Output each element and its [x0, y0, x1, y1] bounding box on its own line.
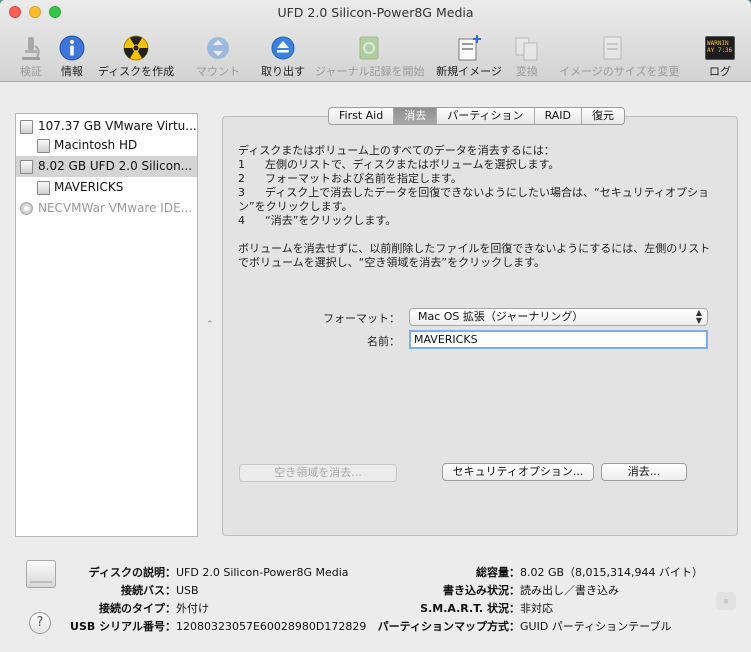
resize-image-tool[interactable]: イメージのサイズを変更 [559, 32, 679, 80]
volume-icon [37, 139, 50, 153]
sidebar-item-label: MAVERICKS [54, 180, 124, 194]
info-label: 接続のタイプ： [99, 602, 176, 615]
burn-tool[interactable]: ディスクを作成 [98, 32, 174, 80]
usb-drive-icon [26, 560, 56, 588]
log-console-icon: WARNIN AY 7:36 [705, 36, 735, 60]
info-value: 非対応 [520, 602, 553, 615]
capacity-row: 総容量：8.02 GB（8,015,314,944 バイト） [370, 564, 703, 580]
info-icon [59, 35, 85, 61]
instruction-step: 2 フォーマットおよび名前を指定します。 [238, 172, 462, 185]
optical-disc-icon [20, 202, 33, 215]
instruction-step-continued: ン”をクリックします。 [238, 200, 353, 213]
connection-bus-row: 接続バス：USB [70, 582, 199, 598]
log-icon-line-2: AY 7:36 [707, 47, 733, 54]
sidebar-item-ufd-disk[interactable]: 8.02 GB UFD 2.0 Silicon... [16, 156, 197, 177]
burn-radiation-icon [123, 35, 149, 61]
journal-label: ジャーナル記録を開始 [315, 65, 425, 78]
eject-icon [271, 36, 295, 60]
sidebar-item-label: Macintosh HD [54, 138, 138, 152]
name-label: 名前： [367, 335, 400, 348]
resize-handle[interactable] [716, 592, 736, 610]
format-select[interactable]: Mac OS 拡張（ジャーナリング） ▲ ▼ [409, 308, 708, 326]
tab-restore[interactable]: 復元 [582, 108, 624, 124]
info-label: 書き込み状況： [443, 584, 520, 597]
hard-disk-icon [20, 120, 33, 134]
write-status-row: 書き込み状況：読み出し／書き込み [370, 582, 619, 598]
info-value: GUID パーティションテーブル [520, 620, 672, 633]
partition-scheme-row: パーティションマップ方式：GUID パーティションテーブル [370, 618, 672, 634]
info-label: S.M.A.R.T. 状況： [420, 602, 520, 615]
security-options-button[interactable]: セキュリティオプション... [442, 463, 594, 481]
smart-status-row: S.M.A.R.T. 状況：非対応 [370, 600, 553, 616]
info-label: 総容量： [476, 566, 520, 579]
sidebar-item-vmware-disk[interactable]: 107.37 GB VMware Virtu... [16, 116, 197, 137]
erase-instructions: ディスクまたはボリューム上のすべてのデータを消去するには： 1 左側のリストで、デ… [238, 144, 711, 270]
disk-list-sidebar[interactable]: 107.37 GB VMware Virtu... Macintosh HD 8… [15, 113, 198, 537]
format-value: Mac OS 拡張（ジャーナリング） [418, 310, 584, 323]
info-label: 接続バス： [121, 584, 176, 597]
log-tool[interactable]: WARNIN AY 7:36 ログ [704, 32, 736, 80]
usb-serial-row: USB シリアル番号：12080323057E60028980D172829 [70, 618, 366, 634]
tab-bar: First Aid 消去 パーティション RAID 復元 [328, 107, 625, 125]
tab-raid[interactable]: RAID [535, 108, 582, 124]
tab-erase[interactable]: 消去 [394, 108, 438, 124]
info-value: 外付け [176, 602, 209, 615]
title-bar: UFD 2.0 Silicon-Power8G Media 検証 情報 ディスク… [0, 0, 751, 82]
resize-image-icon [603, 36, 622, 60]
instructions-note-line: ボリュームを消去せずに、以前削除したファイルを回復できないようにするには、左側の… [238, 242, 711, 255]
info-value: 12080323057E60028980D172829 [176, 620, 367, 633]
info-value: UFD 2.0 Silicon-Power8G Media [176, 566, 349, 579]
instruction-step: 1 左側のリストで、ディスクまたはボリュームを選択します。 [238, 158, 560, 171]
disk-utility-window: UFD 2.0 Silicon-Power8G Media 検証 情報 ディスク… [0, 0, 751, 652]
info-value: 読み出し／書き込み [520, 584, 619, 597]
format-label: フォーマット： [323, 312, 400, 325]
info-label: パーティションマップ方式： [377, 620, 520, 633]
microscope-icon [22, 37, 40, 60]
mount-tool[interactable]: マウント [196, 32, 240, 80]
erase-button[interactable]: 消去... [601, 463, 687, 481]
sidebar-item-cd-drive[interactable]: NECVMWar VMware IDE... [16, 198, 197, 219]
disk-description-row: ディスクの説明：UFD 2.0 Silicon-Power8G Media [70, 564, 349, 580]
tab-partition[interactable]: パーティション [437, 108, 535, 124]
instructions-intro: ディスクまたはボリューム上のすべてのデータを消去するには： [238, 144, 555, 157]
instructions-note-line: でボリュームを選択し、“空き領域を消去”をクリックします。 [238, 256, 545, 269]
mount-icon [207, 37, 229, 59]
volume-icon [37, 181, 50, 195]
new-image-icon [458, 35, 481, 61]
info-label: ディスクの説明： [88, 566, 176, 579]
erase-free-space-button[interactable]: 空き領域を消去... [239, 464, 397, 482]
window-title: UFD 2.0 Silicon-Power8G Media [277, 5, 474, 20]
split-view-handle[interactable]: ⌃ [206, 320, 214, 330]
log-label: ログ [709, 65, 731, 78]
info-value: 8.02 GB（8,015,314,944 バイト） [520, 566, 704, 579]
info-value: USB [176, 584, 199, 597]
eject-tool[interactable]: 取り出す [261, 32, 305, 80]
resize-image-label: イメージのサイズを変更 [559, 65, 680, 78]
convert-icon [515, 37, 538, 61]
instruction-step: 4 “消去”をクリックします。 [238, 214, 397, 227]
sidebar-item-label: NECVMWar VMware IDE... [38, 201, 193, 215]
sidebar-item-mavericks[interactable]: MAVERICKS [16, 177, 197, 198]
sidebar-item-label: 107.37 GB VMware Virtu... [38, 119, 197, 133]
connection-type-row: 接続のタイプ：外付け [70, 600, 209, 616]
journal-icon [359, 36, 379, 60]
info-label: USB シリアル番号： [70, 620, 176, 633]
sidebar-item-macintosh-hd[interactable]: Macintosh HD [16, 135, 197, 156]
journaling-tool[interactable]: ジャーナル記録を開始 [315, 32, 424, 80]
sidebar-item-label: 8.02 GB UFD 2.0 Silicon... [38, 159, 193, 173]
usb-disk-icon [20, 160, 33, 174]
tab-first-aid[interactable]: First Aid [329, 108, 395, 124]
log-icon-line-1: WARNIN [707, 40, 729, 47]
updown-arrows-icon: ▲ ▼ [695, 308, 702, 325]
volume-name-field[interactable]: MAVERICKS [409, 330, 708, 349]
instruction-step: 3 ディスク上で消去したデータを回復できないようにしたい場合は、“セキュリティオプ… [238, 186, 710, 199]
convert-tool[interactable]: 変換 [513, 32, 541, 80]
help-button[interactable]: ? [29, 612, 51, 634]
